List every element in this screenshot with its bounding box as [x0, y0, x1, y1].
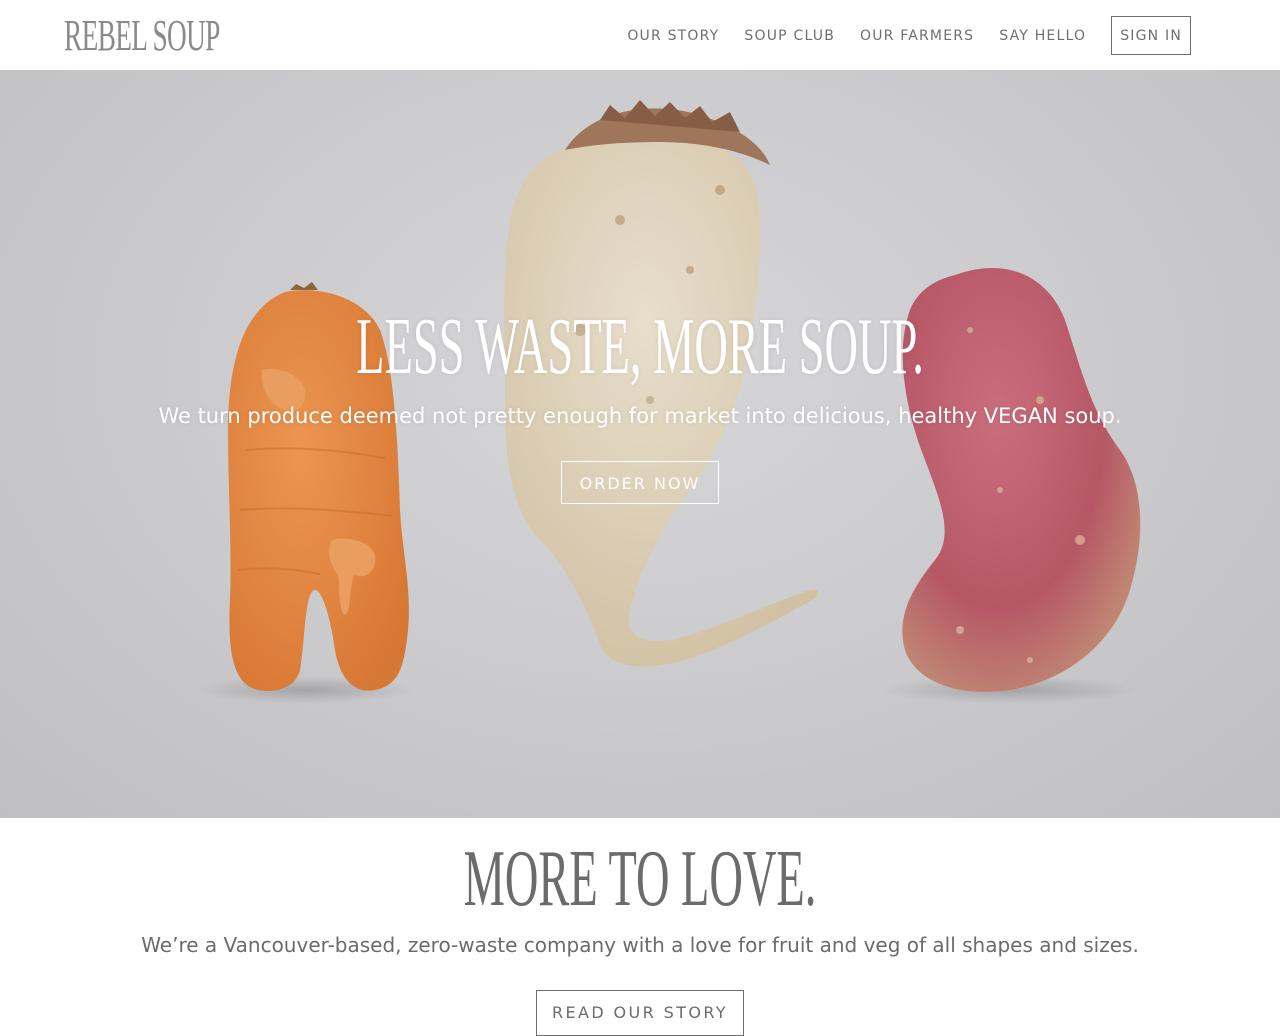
site-header: REBEL SOUP OUR STORY SOUP CLUB OUR FARME…: [0, 0, 1280, 70]
site-logo[interactable]: REBEL SOUP: [64, 10, 220, 61]
order-now-button[interactable]: ORDER NOW: [561, 461, 719, 504]
nav-link-our-farmers[interactable]: OUR FARMERS: [860, 28, 974, 44]
nav-link-soup-club[interactable]: SOUP CLUB: [744, 28, 835, 44]
main-nav: OUR STORY SOUP CLUB OUR FARMERS SAY HELL…: [627, 16, 1191, 55]
read-our-story-button[interactable]: READ OUR STORY: [536, 990, 744, 1036]
hero-overlay: [0, 70, 1280, 818]
hero-title: LESS WASTE, MORE SOUP.: [356, 303, 924, 391]
nav-link-our-story[interactable]: OUR STORY: [627, 28, 719, 44]
hero-banner: LESS WASTE, MORE SOUP. We turn produce d…: [0, 70, 1280, 818]
about-text: We’re a Vancouver-based, zero-waste comp…: [141, 933, 1139, 957]
hero-subtitle: We turn produce deemed not pretty enough…: [158, 404, 1122, 428]
nav-link-say-hello[interactable]: SAY HELLO: [999, 28, 1086, 44]
sign-in-button[interactable]: SIGN IN: [1111, 16, 1191, 55]
about-title: MORE TO LOVE.: [463, 835, 817, 923]
